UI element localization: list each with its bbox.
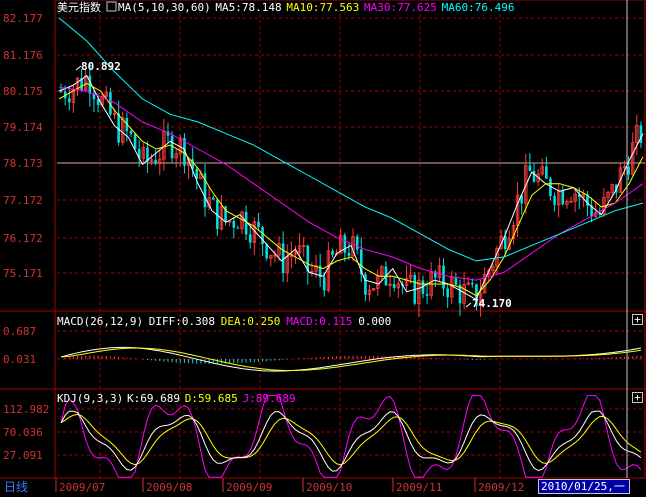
macd-legend-entry: DIFF:0.308 bbox=[149, 315, 215, 328]
candle-body-down bbox=[355, 236, 359, 250]
legend-entry: MA60:76.496 bbox=[442, 1, 515, 14]
x-tick-label: 2009/09 bbox=[226, 481, 272, 494]
period-tab-daily[interactable]: 日线 bbox=[0, 478, 56, 497]
plot-area-frame bbox=[54, 0, 646, 479]
x-tick-label: 2009/08 bbox=[146, 481, 192, 494]
panel-title: 美元指数 bbox=[57, 0, 101, 14]
candle-body-down bbox=[343, 235, 347, 253]
candle-body-down bbox=[257, 221, 260, 228]
expand-macd-button[interactable]: + bbox=[632, 314, 643, 325]
candle-body-down bbox=[67, 98, 71, 103]
annotation-high: 80.892 bbox=[81, 60, 121, 73]
price-tick-label: 79.174 bbox=[3, 121, 43, 134]
candle-body-down bbox=[248, 234, 252, 243]
indicator-label: MA(5,10,30,60) bbox=[118, 1, 211, 14]
candle-body-down bbox=[322, 277, 326, 291]
candle-body-down bbox=[347, 252, 351, 256]
kdj-tick-label: 70.036 bbox=[3, 426, 43, 439]
annotation-pointer bbox=[465, 302, 472, 308]
legend-entry: MA30:77.625 bbox=[364, 1, 437, 14]
price-tick-label: 78.173 bbox=[3, 157, 43, 170]
kdj-legend-entry: K:69.689 bbox=[127, 392, 180, 405]
kdj-title: KDJ(9,3,3) bbox=[57, 392, 123, 405]
candle-body-down bbox=[232, 221, 236, 228]
price-tick-label: 81.176 bbox=[3, 49, 43, 62]
kdj-tick-label: 27.091 bbox=[3, 449, 43, 462]
candle-body-down bbox=[265, 244, 268, 259]
x-tick-label: 2009/12 bbox=[478, 481, 524, 494]
candle-body-down bbox=[331, 250, 334, 255]
y-axis-labels: 82.177 81.176 80.175 79.174 78.173 77.172 76.1… bbox=[3, 12, 49, 462]
stock-chart[interactable]: 82.177 81.176 80.175 79.174 78.173 77.172 76.1… bbox=[0, 0, 646, 497]
legend-entry: MA5:78.148 bbox=[215, 1, 281, 14]
panel-headers: 美元指数 MA(5,10,30,60) MA5:78.148 MA10:77.563 M… bbox=[57, 0, 514, 405]
price-tick-label: 80.175 bbox=[3, 85, 43, 98]
candle-body-down bbox=[392, 284, 396, 288]
candle-body-down bbox=[59, 91, 63, 93]
candle-body-down bbox=[442, 265, 445, 289]
candle-body-down bbox=[446, 288, 449, 298]
candle-body-down bbox=[211, 197, 215, 200]
kdj-tick-label: 112.982 bbox=[3, 403, 49, 416]
candle-body-down bbox=[133, 133, 137, 149]
candle-body-down bbox=[561, 190, 565, 205]
ma-line-ma60 bbox=[58, 17, 644, 262]
price-tick-label: 75.171 bbox=[3, 267, 43, 280]
candle-body-down bbox=[528, 165, 532, 172]
macd-legend-entry: 0.000 bbox=[358, 315, 391, 328]
kdj-panel[interactable] bbox=[60, 395, 642, 478]
x-tick-label: 2009/11 bbox=[396, 481, 442, 494]
x-tick-label: 2009/10 bbox=[306, 481, 352, 494]
candle-body-down bbox=[454, 277, 458, 285]
ma-line-ma5 bbox=[58, 74, 644, 301]
candle-body-down bbox=[553, 196, 556, 205]
cursor-date-readout: 2010/01/25,一 bbox=[538, 479, 630, 494]
indicator-icon bbox=[106, 1, 117, 12]
kdj-legend-entry: D:59.685 bbox=[185, 392, 238, 405]
kdj-j-line bbox=[60, 395, 642, 478]
candle-body-down bbox=[545, 166, 548, 179]
macd-title: MACD(26,12,9) bbox=[57, 315, 143, 328]
annotation-low: 74.170 bbox=[472, 297, 512, 310]
price-tick-label: 77.172 bbox=[3, 194, 43, 207]
macd-tick-label: 0.687 bbox=[3, 325, 36, 338]
macd-legend-entry: DEA:0.250 bbox=[221, 315, 281, 328]
legend-entry: MA10:77.563 bbox=[286, 1, 359, 14]
x-axis-labels: 2009/07 2009/08 2009/09 2009/10 2009/11 2009/… bbox=[55, 478, 524, 494]
price-tick-label: 76.172 bbox=[3, 232, 43, 245]
macd-legend-entry: MACD:0.115 bbox=[286, 315, 352, 328]
kdj-legend-entry: J:89.689 bbox=[243, 392, 296, 405]
kdj-d-line bbox=[60, 413, 642, 466]
expand-kdj-button[interactable]: + bbox=[632, 392, 643, 403]
price-tick-label: 82.177 bbox=[3, 12, 43, 25]
candle-body-down bbox=[364, 274, 367, 295]
candle-body-down bbox=[236, 227, 240, 229]
candle-body-down bbox=[627, 166, 630, 175]
candle-body-down bbox=[154, 159, 157, 164]
macd-tick-label: 0.031 bbox=[3, 353, 36, 366]
candle-body-down bbox=[425, 293, 429, 296]
candle-body-down bbox=[129, 131, 133, 134]
x-tick-label: 2009/07 bbox=[59, 481, 105, 494]
candle-body-down bbox=[471, 282, 474, 285]
